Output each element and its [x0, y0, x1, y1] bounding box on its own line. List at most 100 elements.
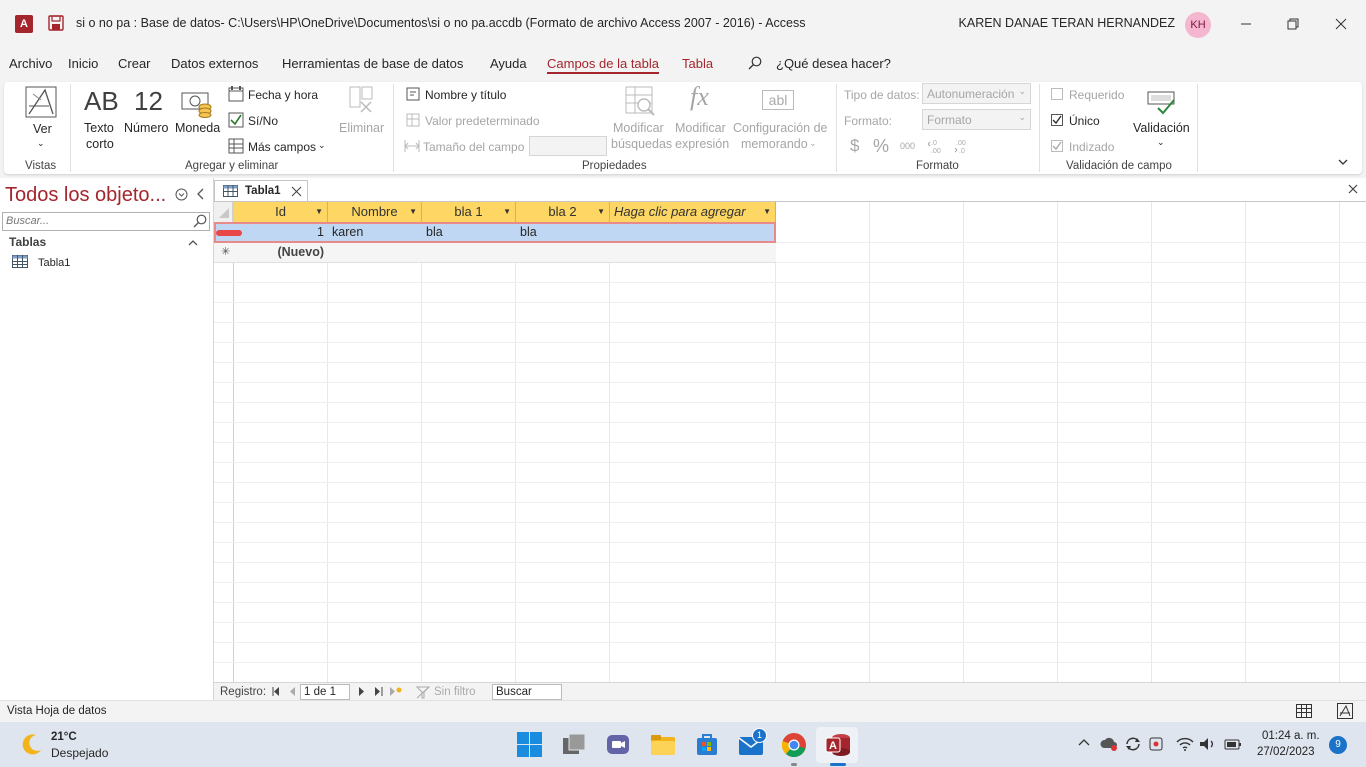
memo-settings-button-line1[interactable]: Configuración de [733, 121, 828, 135]
datasheet-view-icon[interactable] [1296, 704, 1312, 718]
short-text-icon[interactable]: AB [84, 86, 119, 117]
close-document-icon[interactable] [1348, 184, 1358, 194]
fx-icon[interactable]: fx [690, 82, 709, 112]
clock-date[interactable]: 27/02/2023 [1257, 746, 1315, 758]
app-tray-icon[interactable] [1148, 736, 1164, 752]
battery-icon[interactable] [1224, 736, 1242, 752]
next-record-icon[interactable] [359, 687, 365, 696]
cell-id[interactable]: 1 [234, 222, 328, 243]
more-fields-button[interactable]: Más campos [248, 140, 316, 154]
tab-campos-de-la-tabla[interactable]: Campos de la tabla [547, 56, 660, 74]
validation-button[interactable]: Validación [1133, 121, 1190, 135]
tab-datos-externos[interactable]: Datos externos [171, 56, 258, 71]
default-value-button[interactable]: Valor predeterminado [425, 114, 540, 128]
data-type-dropdown[interactable]: Autonumeración ⌄ [922, 83, 1031, 104]
close-button[interactable] [1318, 0, 1364, 48]
currency-button[interactable]: Moneda [175, 121, 220, 135]
short-text-button-line1[interactable]: Texto [84, 121, 114, 135]
yes-no-button[interactable]: Sí/No [248, 114, 278, 128]
task-view-icon[interactable] [561, 732, 587, 757]
record-position-input[interactable]: 1 de 1 [300, 684, 350, 700]
short-text-button-line2[interactable]: corto [86, 137, 114, 151]
currency-icon[interactable] [181, 90, 213, 118]
column-header-nombre[interactable]: Nombre ▼ [328, 202, 422, 222]
clock-time[interactable]: 01:24 a. m. [1262, 730, 1320, 742]
windows-start-icon[interactable] [517, 732, 542, 757]
weather-desc[interactable]: Despejado [51, 746, 108, 760]
modify-lookups-button-line1[interactable]: Modificar [613, 121, 664, 135]
required-checkbox[interactable] [1051, 88, 1063, 100]
default-value-icon[interactable] [406, 113, 420, 127]
number-button[interactable]: Número [124, 121, 168, 135]
collapse-ribbon-icon[interactable] [1338, 158, 1348, 166]
decrease-decimals-icon[interactable]: .00.0 [953, 138, 971, 154]
collapse-pane-icon[interactable] [196, 188, 204, 200]
previous-record-icon[interactable] [290, 687, 296, 696]
tab-tabla1[interactable]: Tabla1 [214, 180, 308, 202]
design-view-icon[interactable] [1337, 703, 1353, 719]
chevron-down-icon[interactable]: ▼ [409, 202, 417, 222]
name-caption-icon[interactable] [406, 87, 420, 101]
no-filter-button[interactable]: Sin filtro [434, 686, 476, 698]
cell-nombre[interactable]: karen [328, 222, 422, 243]
nav-menu-icon[interactable] [175, 188, 188, 201]
delete-field-icon[interactable] [347, 86, 375, 114]
close-tab-icon[interactable] [291, 186, 302, 197]
view-icon[interactable] [25, 86, 57, 118]
percent-format-button[interactable]: % [873, 136, 889, 157]
date-time-icon[interactable] [228, 86, 244, 102]
save-icon[interactable] [48, 15, 64, 31]
memo-settings-button-line2[interactable]: memorando [741, 137, 808, 151]
unique-checkbox[interactable] [1051, 114, 1063, 126]
notification-badge[interactable]: 9 [1329, 736, 1347, 754]
access-taskbar-icon[interactable]: A [825, 732, 851, 758]
cloud-sync-icon[interactable] [1100, 736, 1118, 752]
indexed-checkbox[interactable] [1051, 140, 1063, 152]
sync-icon[interactable] [1124, 736, 1142, 752]
chevron-down-icon[interactable]: ⌄ [1157, 137, 1165, 148]
volume-icon[interactable] [1199, 736, 1217, 752]
chevron-down-icon[interactable]: ▼ [597, 202, 605, 222]
nav-search-box[interactable] [2, 212, 210, 231]
tab-archivo[interactable]: Archivo [9, 56, 52, 71]
modify-lookups-icon[interactable] [625, 86, 655, 116]
avatar[interactable]: KH [1185, 12, 1211, 38]
cell-bla1[interactable]: bla [422, 222, 516, 243]
thousands-format-button[interactable]: 000 [900, 141, 915, 151]
format-dropdown[interactable]: Formato ⌄ [922, 109, 1031, 130]
chevron-up-icon[interactable] [1078, 738, 1090, 746]
nav-item-tabla1[interactable]: Tabla1 [38, 257, 70, 269]
wifi-icon[interactable] [1176, 736, 1194, 752]
first-record-icon[interactable] [272, 687, 280, 696]
new-record-icon[interactable] [390, 686, 402, 697]
column-header-add-field[interactable]: Haga clic para agregar ▼ [610, 202, 776, 222]
cell-bla2[interactable]: bla [516, 222, 610, 243]
weather-temp[interactable]: 21°C [51, 731, 77, 743]
modify-lookups-button-line2[interactable]: búsquedas [611, 137, 672, 151]
restore-button[interactable] [1270, 0, 1316, 48]
nav-section-tablas[interactable]: Tablas [9, 235, 46, 249]
chevron-down-icon[interactable]: ▼ [315, 202, 323, 222]
file-explorer-icon[interactable] [650, 732, 676, 757]
tab-crear[interactable]: Crear [118, 56, 151, 71]
tell-me-search[interactable]: ¿Qué desea hacer? [776, 56, 891, 71]
field-size-input[interactable] [529, 136, 607, 156]
tab-tabla[interactable]: Tabla [682, 56, 713, 71]
chevron-down-icon[interactable]: ⌄ [37, 138, 45, 149]
tab-inicio[interactable]: Inicio [68, 56, 98, 71]
modify-expression-button-line2[interactable]: expresión [675, 137, 729, 151]
moon-weather-icon[interactable] [20, 732, 44, 756]
no-filter-icon[interactable] [416, 686, 430, 699]
new-record-label[interactable]: (Nuevo) [234, 242, 328, 263]
column-header-id[interactable]: Id ▼ [234, 202, 328, 222]
date-time-button[interactable]: Fecha y hora [248, 88, 318, 102]
yes-no-checkbox-icon[interactable] [228, 112, 244, 128]
number-icon[interactable]: 12 [134, 86, 163, 117]
datasheet-grid[interactable]: Id ▼ Nombre ▼ bla 1 ▼ bla 2 ▼ Haga clic para… [214, 202, 1366, 682]
nav-search-input[interactable] [3, 213, 183, 229]
chevron-down-icon[interactable]: ⌄ [318, 140, 326, 151]
microsoft-store-icon[interactable] [694, 732, 720, 757]
search-icon[interactable] [193, 214, 207, 228]
tab-herramientas[interactable]: Herramientas de base de datos [282, 56, 463, 71]
chevron-down-icon[interactable]: ▼ [763, 202, 771, 222]
